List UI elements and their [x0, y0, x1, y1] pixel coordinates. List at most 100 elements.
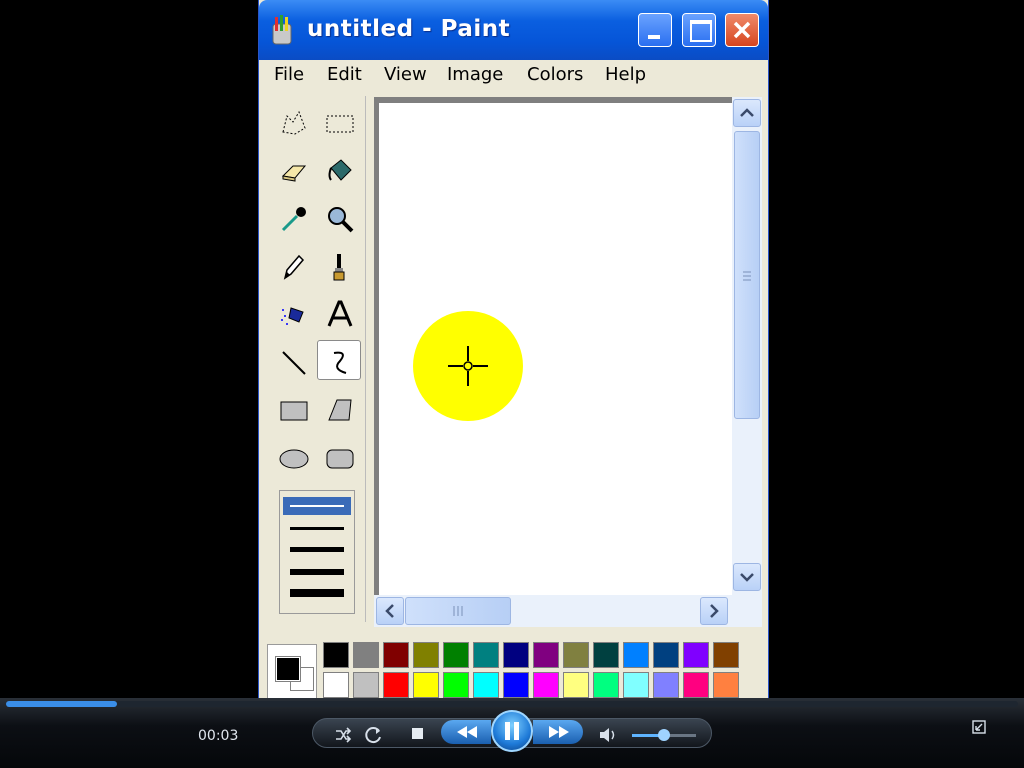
color-swatch[interactable]	[413, 642, 439, 668]
rectangle-icon	[280, 401, 308, 421]
color-swatch[interactable]	[623, 672, 649, 698]
color-swatch[interactable]	[653, 642, 679, 668]
tool-brush[interactable]	[317, 246, 361, 286]
seek-bar[interactable]	[6, 701, 1018, 707]
color-swatch[interactable]	[683, 642, 709, 668]
stop-icon[interactable]	[411, 727, 425, 741]
rounded-rect-icon	[326, 449, 354, 469]
color-swatch[interactable]	[323, 672, 349, 698]
horizontal-scrollbar[interactable]	[374, 595, 762, 627]
shuffle-icon[interactable]	[334, 726, 352, 744]
curve-icon	[333, 351, 347, 374]
tool-fill[interactable]	[317, 150, 361, 190]
tool-rectangle[interactable]	[271, 390, 315, 430]
line-icon	[282, 351, 306, 375]
scroll-left-button[interactable]	[376, 597, 404, 625]
line-width-1[interactable]	[290, 505, 344, 507]
tool-rounded-rect[interactable]	[317, 438, 361, 478]
color-swatch[interactable]	[353, 642, 379, 668]
tool-curve[interactable]	[317, 340, 361, 380]
menu-colors[interactable]: Colors	[527, 64, 583, 85]
color-swatch[interactable]	[593, 642, 619, 668]
color-swatch[interactable]	[563, 642, 589, 668]
tool-eraser[interactable]	[271, 150, 315, 190]
menu-file[interactable]: File	[274, 64, 304, 85]
minimize-button[interactable]	[638, 13, 672, 47]
color-swatch[interactable]	[383, 672, 409, 698]
free-form-select-icon	[282, 110, 306, 135]
chevron-up-icon	[740, 108, 754, 117]
color-swatch[interactable]	[653, 672, 679, 698]
title-bar[interactable]: untitled - Paint	[259, 0, 768, 60]
color-swatch[interactable]	[443, 672, 469, 698]
rewind-icon	[457, 726, 477, 738]
drawing-canvas[interactable]	[379, 103, 732, 595]
volume-knob[interactable]	[658, 729, 670, 741]
current-colors[interactable]	[267, 644, 317, 700]
volume-icon[interactable]	[598, 726, 618, 744]
color-swatch[interactable]	[593, 672, 619, 698]
menu-image[interactable]: Image	[447, 64, 503, 85]
scroll-down-button[interactable]	[733, 563, 761, 591]
chevron-down-icon	[740, 573, 754, 582]
color-swatch[interactable]	[713, 672, 739, 698]
fast-forward-icon	[549, 726, 569, 738]
elapsed-time: 00:03	[198, 728, 239, 744]
rect-select-icon	[326, 115, 354, 133]
tool-pick-color[interactable]	[271, 198, 315, 238]
color-swatch[interactable]	[383, 642, 409, 668]
menu-view[interactable]: View	[384, 64, 427, 85]
rewind-button[interactable]	[441, 720, 491, 744]
color-swatch[interactable]	[533, 672, 559, 698]
color-swatch[interactable]	[413, 672, 439, 698]
volume-slider[interactable]	[632, 729, 696, 741]
color-swatch[interactable]	[473, 642, 499, 668]
color-swatch[interactable]	[533, 642, 559, 668]
tool-line[interactable]	[271, 342, 315, 382]
scroll-up-button[interactable]	[733, 99, 761, 127]
pause-icon	[505, 722, 519, 740]
pick-color-icon	[281, 207, 306, 232]
line-width-2[interactable]	[290, 527, 344, 530]
airbrush-icon	[281, 307, 304, 325]
tool-text[interactable]	[317, 294, 361, 334]
vertical-scroll-thumb[interactable]	[734, 131, 760, 419]
menu-help[interactable]: Help	[605, 64, 646, 85]
canvas-area	[374, 97, 762, 627]
color-swatch[interactable]	[353, 672, 379, 698]
chevron-right-icon	[710, 604, 719, 618]
horizontal-scroll-thumb[interactable]	[405, 597, 511, 625]
tool-ellipse[interactable]	[271, 438, 315, 478]
maximize-button[interactable]	[682, 13, 716, 47]
tool-rect-select[interactable]	[317, 102, 361, 142]
fill-bucket-icon	[328, 159, 352, 181]
color-swatch[interactable]	[503, 672, 529, 698]
color-swatch[interactable]	[623, 642, 649, 668]
pause-button[interactable]	[491, 710, 533, 752]
tool-magnifier[interactable]	[317, 198, 361, 238]
color-swatch[interactable]	[503, 642, 529, 668]
tool-pencil[interactable]	[271, 246, 315, 286]
color-swatch[interactable]	[323, 642, 349, 668]
color-swatch[interactable]	[473, 672, 499, 698]
line-width-3[interactable]	[290, 547, 344, 552]
color-swatch[interactable]	[563, 672, 589, 698]
paint-window: untitled - Paint File Edit View Image Co…	[258, 0, 769, 700]
color-swatch[interactable]	[683, 672, 709, 698]
vertical-scrollbar[interactable]	[732, 97, 762, 595]
switch-to-compact-icon[interactable]	[972, 720, 986, 734]
color-swatch[interactable]	[443, 642, 469, 668]
scroll-right-button[interactable]	[700, 597, 728, 625]
repeat-icon[interactable]	[364, 725, 384, 745]
menu-edit[interactable]: Edit	[327, 64, 362, 85]
tool-free-form-select[interactable]	[271, 102, 315, 142]
tool-airbrush[interactable]	[271, 294, 315, 334]
color-swatch[interactable]	[713, 642, 739, 668]
eraser-icon	[281, 165, 307, 182]
tool-polygon[interactable]	[317, 390, 361, 430]
line-width-4[interactable]	[290, 569, 344, 575]
ellipse-icon	[279, 449, 309, 469]
close-button[interactable]	[725, 13, 759, 47]
line-width-5[interactable]	[290, 589, 344, 597]
fast-forward-button[interactable]	[533, 720, 583, 744]
